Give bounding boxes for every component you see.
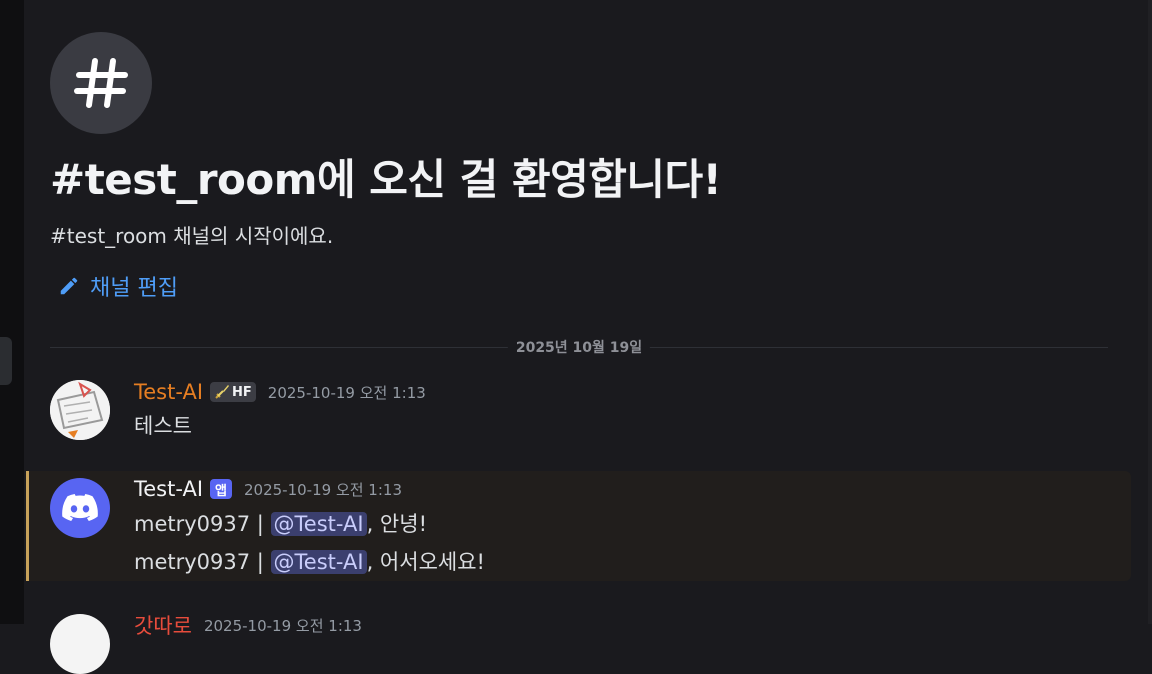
channel-welcome-title: #test_room에 오신 걸 환영합니다! xyxy=(50,155,722,204)
discord-logo-icon xyxy=(62,494,98,521)
username[interactable]: Test-AI xyxy=(134,477,203,501)
role-badge-label: HF xyxy=(232,384,252,400)
role-badge: HF xyxy=(210,382,256,402)
timestamp[interactable]: 2025-10-19 오전 1:13 xyxy=(204,615,362,636)
message-line: metry0937 | @Test-AI, 어서오세요! xyxy=(134,546,485,576)
message-header: Test-AI HF 2025-10-19 오전 1:13 xyxy=(134,380,426,404)
message-header: 갓따로 2025-10-19 오전 1:13 xyxy=(134,610,362,640)
timestamp[interactable]: 2025-10-19 오전 1:13 xyxy=(268,382,426,403)
message-item[interactable]: 갓따로 2025-10-19 오전 1:13 xyxy=(26,610,1128,674)
channel-hash-icon xyxy=(50,32,152,134)
message-suffix: , 어서오세요! xyxy=(366,550,485,574)
message-item[interactable]: Test-AI 앱 2025-10-19 오전 1:13 metry0937 |… xyxy=(26,471,1128,581)
sidebar-scroll-handle[interactable] xyxy=(0,337,12,385)
message-prefix: metry0937 | xyxy=(134,512,271,536)
timestamp[interactable]: 2025-10-19 오전 1:13 xyxy=(244,479,402,500)
avatar[interactable] xyxy=(50,380,110,440)
avatar-sketch-image xyxy=(50,380,110,440)
username[interactable]: 갓따로 xyxy=(134,610,192,640)
message-prefix: metry0937 | xyxy=(134,550,271,574)
user-mention[interactable]: @Test-AI xyxy=(270,512,367,536)
message-suffix: , 안녕! xyxy=(366,512,427,536)
server-sidebar-edge xyxy=(0,0,24,624)
date-divider-label: 2025년 10월 19일 xyxy=(507,337,651,357)
message-line: metry0937 | @Test-AI, 안녕! xyxy=(134,508,427,538)
avatar[interactable] xyxy=(50,478,110,538)
username[interactable]: Test-AI xyxy=(134,380,203,404)
sword-icon xyxy=(215,385,230,399)
channel-welcome-subtitle: #test_room 채널의 시작이에요. xyxy=(50,224,334,248)
pencil-icon xyxy=(60,277,78,295)
scrollbar-track[interactable] xyxy=(1148,0,1152,624)
edit-channel-label: 채널 편집 xyxy=(90,276,178,301)
avatar[interactable] xyxy=(50,614,110,674)
date-divider: 2025년 10월 19일 xyxy=(50,337,1108,357)
message-text: 테스트 xyxy=(134,414,192,438)
message-header: Test-AI 앱 2025-10-19 오전 1:13 xyxy=(134,477,402,501)
hash-icon xyxy=(74,58,128,108)
message-item[interactable]: Test-AI HF 2025-10-19 오전 1:13 테스트 xyxy=(26,378,1128,448)
app-badge: 앱 xyxy=(210,479,232,499)
user-mention[interactable]: @Test-AI xyxy=(270,550,367,574)
edit-channel-button[interactable]: 채널 편집 xyxy=(58,270,178,302)
